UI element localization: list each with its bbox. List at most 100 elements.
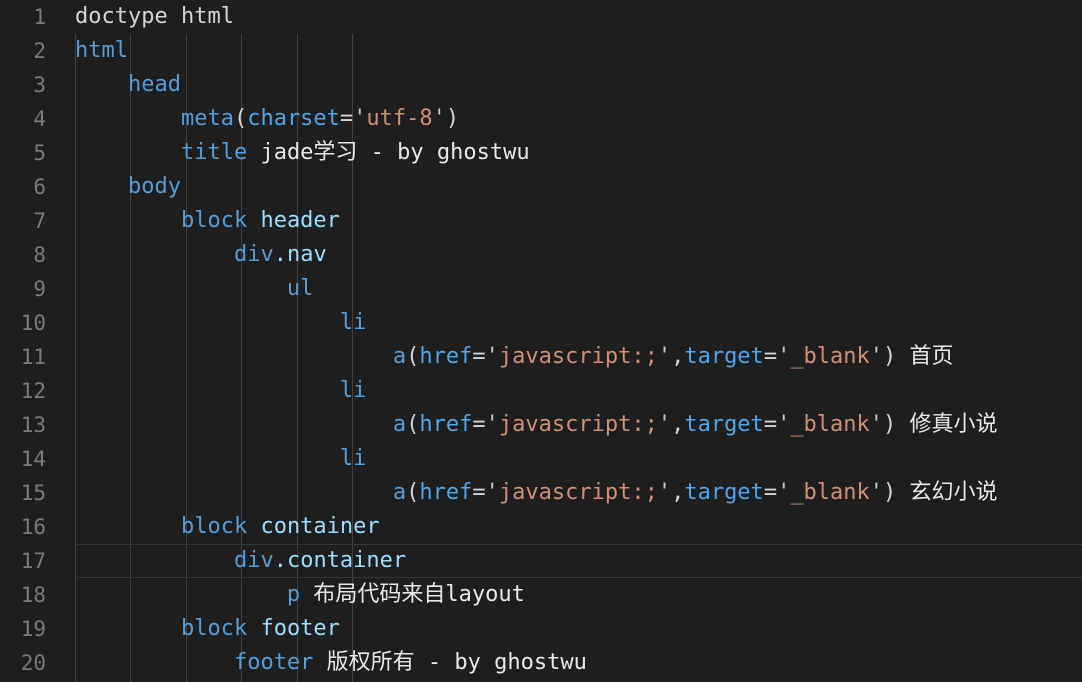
token-text: 修真小说 (896, 412, 998, 437)
line-content: div.nav (58, 238, 1082, 272)
code-line[interactable]: 2 html (0, 34, 1082, 68)
line-content: footer 版权所有 - by ghostwu (58, 646, 1082, 680)
line-number: 3 (33, 73, 46, 97)
code-line[interactable]: 4 meta(charset='utf-8') (0, 102, 1082, 136)
code-line[interactable]: 13 a(href='javascript:;',target='_blank'… (0, 408, 1082, 442)
token-attr: target (684, 480, 764, 505)
token-tag: body (127, 174, 181, 199)
token-eq: = (763, 412, 778, 437)
token-str: _blank (790, 412, 870, 437)
token-tag: title (180, 140, 248, 165)
line-number: 16 (20, 515, 46, 539)
token-tag: a (392, 344, 407, 369)
token-name: .nav (273, 242, 327, 267)
token-punc: , (671, 344, 685, 369)
token-quote: ' (777, 344, 791, 369)
line-number: 10 (20, 311, 46, 335)
token-tag: a (392, 480, 407, 505)
line-content: a(href='javascript:;',target='_blank') 修… (58, 408, 1082, 442)
token-name: .container (273, 548, 407, 573)
line-number: 2 (33, 39, 46, 63)
code-line[interactable]: 7 block header (0, 204, 1082, 238)
code-line[interactable]: 8 div.nav (0, 238, 1082, 272)
code-line[interactable]: 14 li (0, 442, 1082, 476)
code-line[interactable]: 20 footer 版权所有 - by ghostwu (0, 646, 1082, 680)
token-name: header (247, 208, 340, 233)
token-punc: , (671, 480, 685, 505)
code-line[interactable]: 5 title jade学习 - by ghostwu (0, 136, 1082, 170)
token-attr: href (419, 344, 473, 369)
token-quote: ' (485, 412, 499, 437)
token-quote: ' (485, 344, 499, 369)
code-line-active[interactable]: 17 div.container (0, 544, 1082, 578)
line-content: div.container (58, 544, 1082, 578)
token-punc: ( (406, 344, 420, 369)
token-eq: = (763, 344, 778, 369)
token-punc: ( (233, 106, 248, 131)
code-line[interactable]: 10 li (0, 306, 1082, 340)
token-quote: ' (353, 106, 367, 131)
token-punc: ( (406, 480, 420, 505)
code-line[interactable]: 19 block footer (0, 612, 1082, 646)
token-str: utf-8 (366, 106, 433, 131)
line-content: body (58, 170, 1082, 204)
token-tag: ul (286, 276, 314, 301)
line-content: meta(charset='utf-8') (58, 102, 1082, 136)
token-str: javascript:; (498, 480, 658, 505)
line-number: 17 (20, 549, 46, 573)
code-line[interactable]: 15 a(href='javascript:;',target='_blank'… (0, 476, 1082, 510)
token-attr: charset (247, 106, 340, 131)
code-line[interactable]: 6 body (0, 170, 1082, 204)
token-eq: = (339, 106, 354, 131)
token-eq: = (472, 412, 486, 437)
token-tag: footer (233, 650, 314, 675)
line-number: 5 (33, 141, 46, 165)
token-punc: ) (445, 106, 460, 131)
line-content: title jade学习 - by ghostwu (58, 136, 1082, 170)
line-number: 14 (20, 447, 46, 471)
token-quote: ' (777, 412, 791, 437)
token-tag: block (180, 208, 248, 233)
token-quote: ' (657, 344, 672, 369)
token-text: 布局代码来自layout (300, 582, 525, 607)
token-quote: ' (869, 344, 884, 369)
code-line[interactable]: 1 doctype html (0, 0, 1082, 34)
line-number: 18 (20, 583, 46, 607)
line-number: 9 (33, 277, 46, 301)
token-tag: head (127, 72, 181, 97)
token-quote: ' (657, 480, 672, 505)
token-plain: doctype html (75, 4, 234, 29)
token-tag: div (233, 242, 274, 267)
code-editor[interactable]: 1 doctype html 2 html 3 head 4 meta(charset='… (0, 0, 1082, 682)
line-number: 6 (33, 175, 46, 199)
code-line[interactable]: 11 a(href='javascript:;',target='_blank'… (0, 340, 1082, 374)
code-line[interactable]: 18 p 布局代码来自layout (0, 578, 1082, 612)
token-punc: ( (406, 412, 420, 437)
code-line[interactable]: 9 ul (0, 272, 1082, 306)
code-line[interactable]: 16 block container (0, 510, 1082, 544)
token-tag: html (75, 38, 128, 63)
token-str: javascript:; (498, 412, 658, 437)
token-text: 玄幻小说 (896, 480, 998, 505)
token-eq: = (472, 344, 486, 369)
code-line[interactable]: 12 li (0, 374, 1082, 408)
token-tag: block (180, 514, 248, 539)
token-quote: ' (869, 412, 884, 437)
token-punc: ) (883, 344, 897, 369)
token-tag: li (339, 310, 367, 335)
token-punc: , (671, 412, 685, 437)
token-tag: a (392, 412, 407, 437)
code-line[interactable]: 3 head (0, 68, 1082, 102)
token-quote: ' (869, 480, 884, 505)
